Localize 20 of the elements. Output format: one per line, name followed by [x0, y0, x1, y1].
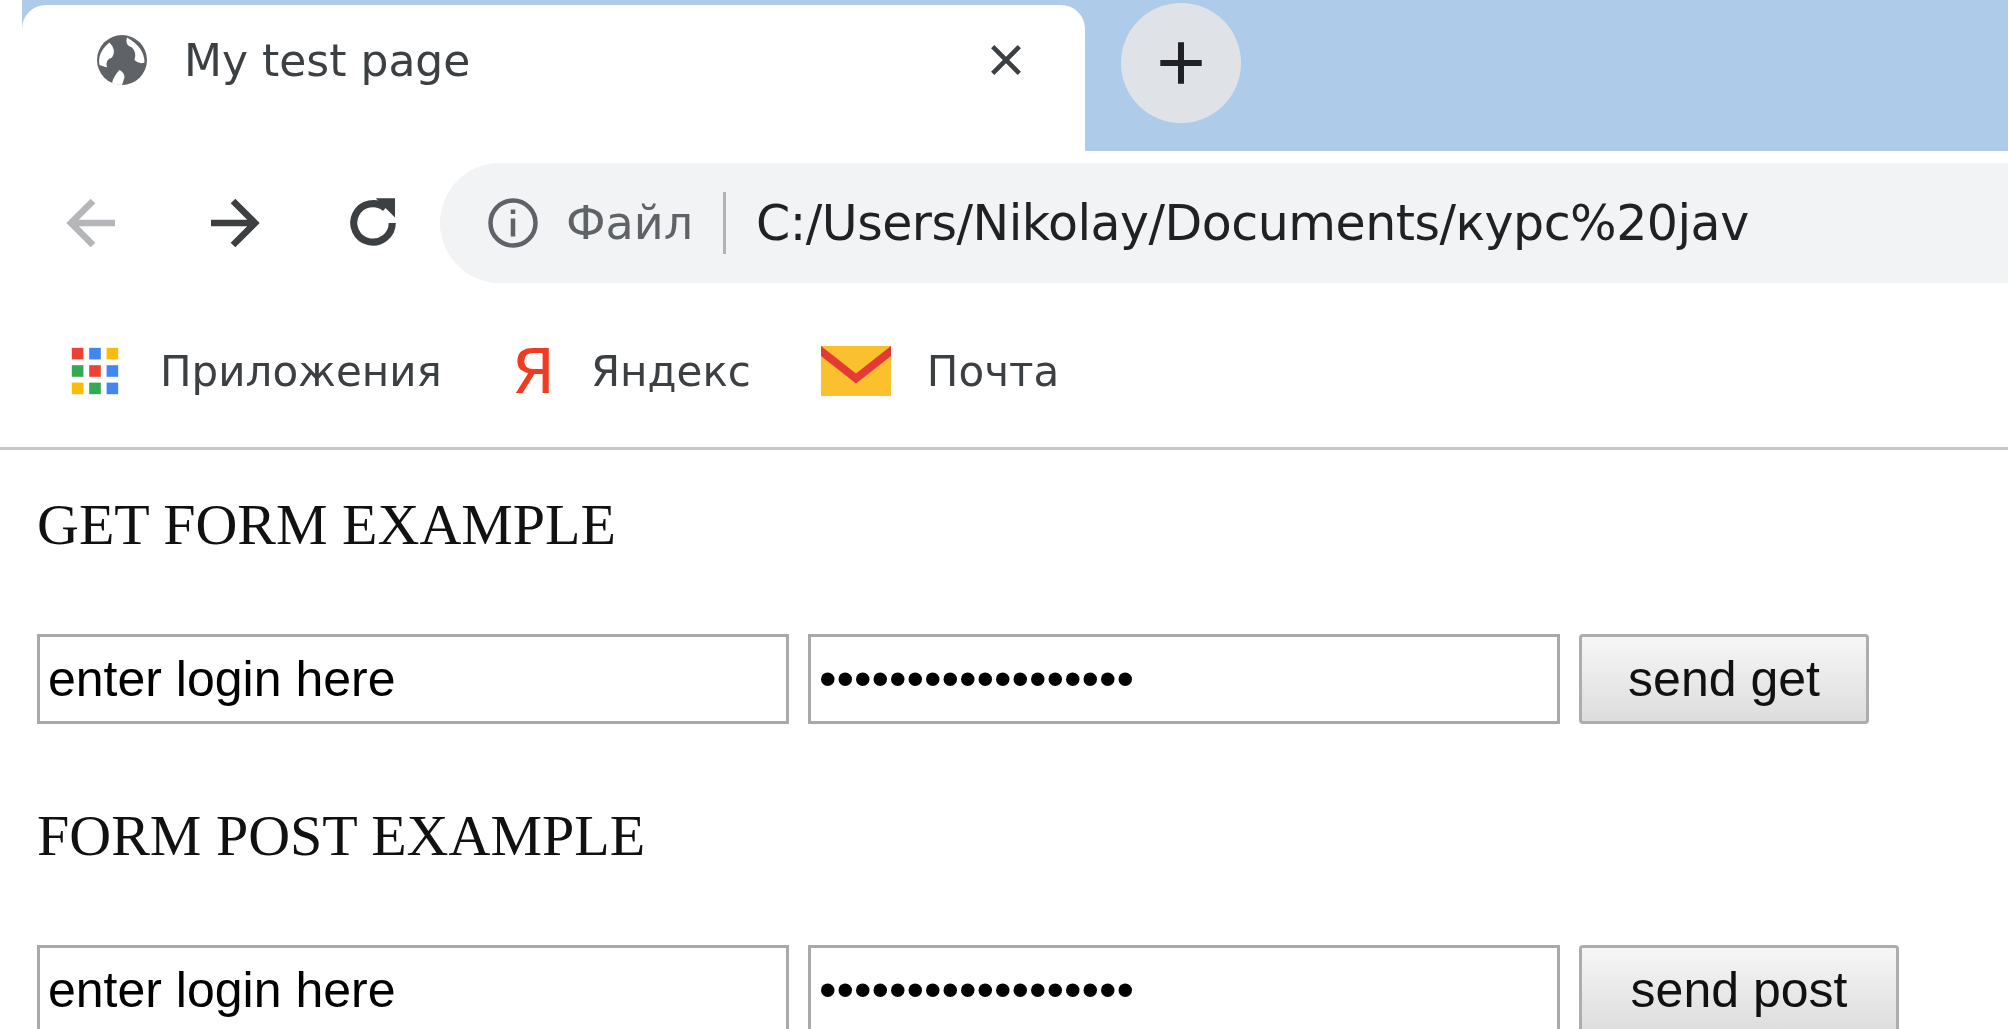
file-label: Файл: [566, 196, 694, 250]
form-heading: GET FORM EXAMPLE: [37, 491, 616, 559]
url-text: C:/Users/Nikolay/Documents/курс%20jav: [756, 194, 1749, 252]
password-field[interactable]: ••••••••••••••••••: [808, 634, 1560, 724]
tab-title: My test page: [184, 34, 472, 86]
bookmark[interactable]: Я Яндекс: [511, 334, 751, 408]
login-field[interactable]: enter login here: [37, 945, 789, 1029]
address-bar[interactable]: Файл C:/Users/Nikolay/Documents/курс%20jav: [440, 163, 2008, 283]
browser-tab[interactable]: My test page: [22, 5, 1085, 151]
envelope-icon: [820, 346, 891, 396]
submit-button[interactable]: send get: [1579, 634, 1869, 724]
password-field[interactable]: ••••••••••••••••••: [808, 945, 1560, 1029]
form-heading: FORM POST EXAMPLE: [37, 802, 646, 870]
submit-button[interactable]: send post: [1579, 945, 1899, 1029]
yandex-logo: Я: [511, 334, 555, 408]
login-field[interactable]: enter login here: [37, 634, 789, 724]
info-icon: [486, 196, 540, 250]
plus-icon: [1158, 39, 1204, 86]
bookmark[interactable]: Почта: [820, 346, 1060, 396]
bookmark[interactable]: Приложения: [66, 342, 442, 400]
